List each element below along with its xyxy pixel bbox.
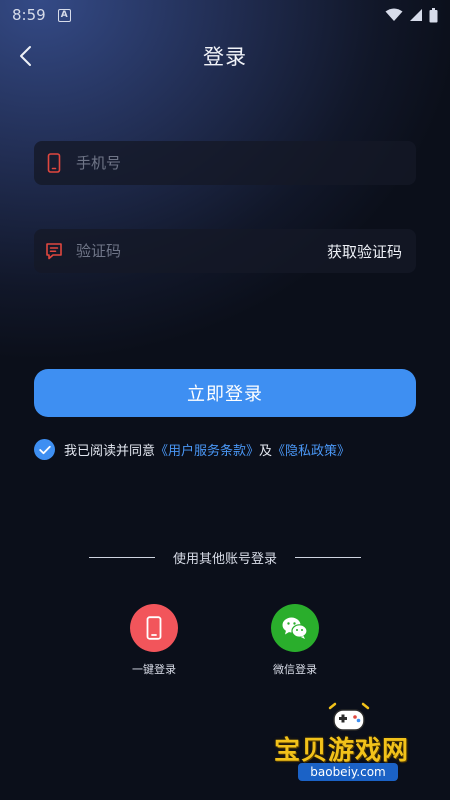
status-icons xyxy=(385,7,438,23)
watermark-url: baobeiy.com xyxy=(298,763,398,781)
login-button[interactable]: 立即登录 xyxy=(34,369,416,417)
nav-bar: 登录 xyxy=(0,36,450,76)
agreement-row: 我已阅读并同意 《用户服务条款》 及 《隐私政策》 xyxy=(34,439,350,460)
code-field: 获取验证码 xyxy=(34,229,416,273)
other-login-label: 使用其他账号登录 xyxy=(172,552,277,567)
one-click-login-label: 一键登录 xyxy=(132,663,176,676)
one-click-login-button[interactable]: 一键登录 xyxy=(114,604,194,677)
check-icon xyxy=(38,445,51,454)
phone-icon xyxy=(44,153,64,173)
notification-a-icon: A xyxy=(57,8,71,22)
watermark: 宝贝游戏网 baobeiy.com xyxy=(268,700,428,790)
agree-checkbox[interactable] xyxy=(34,439,55,460)
wechat-login-circle xyxy=(271,604,319,652)
signal-icon xyxy=(410,9,422,21)
chevron-left-icon xyxy=(20,46,31,66)
status-bar: 8:59 A xyxy=(0,0,450,30)
divider-line-left xyxy=(88,557,155,558)
divider-line-right xyxy=(295,557,361,558)
code-input[interactable] xyxy=(76,242,327,260)
battery-icon xyxy=(429,7,438,22)
terms-link[interactable]: 《用户服务条款》 xyxy=(155,440,259,459)
page-title: 登录 xyxy=(203,45,247,69)
status-time: 8:59 xyxy=(12,6,46,24)
agreement-text: 我已阅读并同意 xyxy=(64,444,156,459)
wechat-icon xyxy=(282,617,308,639)
watermark-brand: 宝贝游戏网 xyxy=(274,736,410,766)
one-click-login-circle xyxy=(130,604,178,652)
other-login-divider: 使用其他账号登录 xyxy=(0,548,450,567)
phone-icon xyxy=(146,616,162,640)
back-button[interactable] xyxy=(10,40,42,72)
wechat-login-label: 微信登录 xyxy=(273,663,317,676)
wechat-login-button[interactable]: 微信登录 xyxy=(255,604,335,677)
message-icon xyxy=(44,241,64,261)
phone-input[interactable] xyxy=(76,154,402,172)
privacy-link[interactable]: 《隐私政策》 xyxy=(272,440,350,459)
wifi-icon xyxy=(385,8,403,21)
agreement-and: 及 xyxy=(259,444,273,459)
phone-field xyxy=(34,141,416,185)
get-code-button[interactable]: 获取验证码 xyxy=(327,241,402,262)
